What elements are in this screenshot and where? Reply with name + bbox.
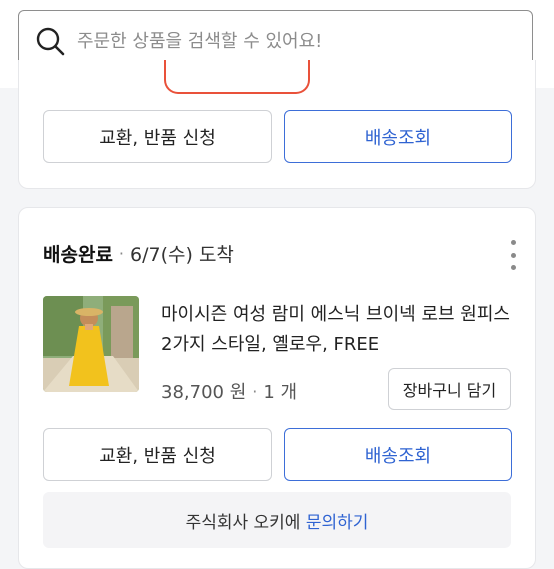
product-price: 38,700 원	[161, 382, 247, 403]
price-separator: ·	[252, 381, 258, 401]
product-name[interactable]: 마이시즌 여성 람미 에스닉 브이넥 로브 원피스 2가지 스타일, 옐로우, …	[161, 300, 521, 360]
add-to-cart-button[interactable]: 장바구니 담기	[388, 368, 511, 410]
price-quantity: 38,700 원 · 1 개	[161, 378, 297, 404]
promo-button-partial[interactable]	[164, 60, 310, 94]
exchange-return-button[interactable]: 교환, 반품 신청	[43, 428, 272, 481]
delivery-status-line: 배송완료 · 6/7(수) 도착	[43, 240, 234, 267]
track-delivery-button[interactable]: 배송조회	[284, 428, 512, 481]
arrival-date: 6/7(수) 도착	[130, 244, 234, 266]
search-icon	[36, 27, 65, 56]
order-card: 배송완료 · 6/7(수) 도착 마이시즌 여성 람미 에스닉 브이넥 로브 원…	[18, 207, 536, 569]
delivery-status: 배송완료	[43, 244, 113, 266]
seller-name: 주식회사 오키에	[185, 512, 306, 533]
more-vertical-icon[interactable]	[507, 240, 519, 270]
exchange-return-button[interactable]: 교환, 반품 신청	[43, 110, 272, 163]
seller-inquiry-bar: 주식회사 오키에 문의하기	[43, 492, 511, 548]
status-separator: ·	[118, 244, 125, 263]
order-card-previous: 교환, 반품 신청 배송조회	[18, 60, 536, 189]
track-delivery-button[interactable]: 배송조회	[284, 110, 512, 163]
product-thumbnail[interactable]	[43, 296, 139, 392]
search-input[interactable]	[75, 20, 499, 62]
product-quantity: 1 개	[263, 382, 298, 403]
inquiry-link[interactable]: 문의하기	[306, 508, 369, 533]
